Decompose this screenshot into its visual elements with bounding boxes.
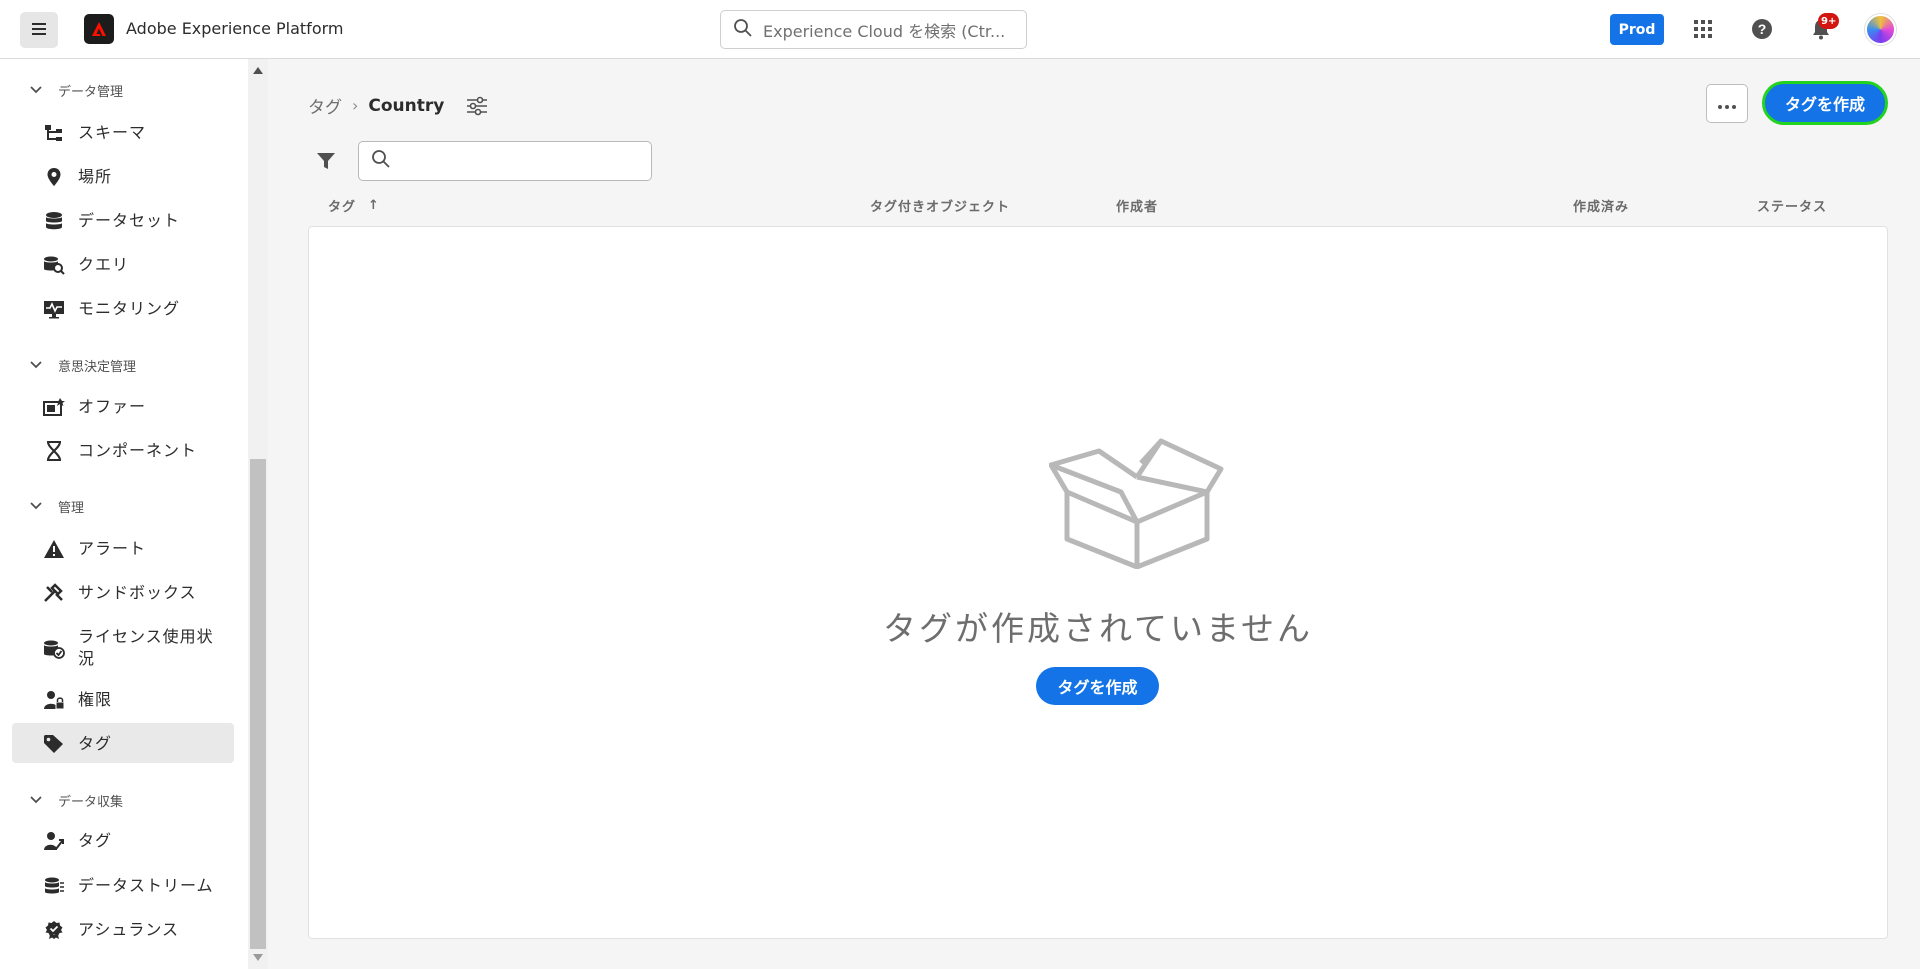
sidebar-item-label: オファー xyxy=(78,397,147,416)
column-header-status[interactable]: ステータス xyxy=(1757,196,1827,215)
more-dots-icon xyxy=(1718,94,1736,113)
nav-section-data-collection[interactable]: データ収集 xyxy=(30,789,123,811)
nav-section-data-management[interactable]: データ管理 xyxy=(30,79,123,101)
sandbox-icon xyxy=(42,582,66,604)
search-icon xyxy=(371,149,391,173)
sidebar-item-sandboxes[interactable]: サンドボックス xyxy=(12,572,234,612)
chevron-down-icon xyxy=(30,796,46,804)
chevron-down-icon xyxy=(30,502,46,510)
sidebar-item-assurance[interactable]: アシュランス xyxy=(12,909,234,949)
nav-section-title: 管理 xyxy=(58,500,85,516)
table-search-input[interactable] xyxy=(358,141,652,181)
sidebar-item-label: 権限 xyxy=(78,690,113,709)
sidebar-item-label: データセット xyxy=(78,211,181,230)
nav-section-decision-management[interactable]: 意思決定管理 xyxy=(30,354,136,376)
column-header-created-by[interactable]: 作成者 xyxy=(1116,196,1158,215)
filter-icon[interactable] xyxy=(316,151,336,175)
breadcrumb-parent-link[interactable]: タグ xyxy=(308,93,342,118)
app-title[interactable]: Adobe Experience Platform xyxy=(126,19,343,38)
sidebar-item-offers[interactable]: オファー xyxy=(12,386,234,426)
components-icon xyxy=(42,440,66,462)
sidebar-item-label: タグ xyxy=(78,831,113,850)
tags-table-body: タグが作成されていません タグを作成 xyxy=(308,226,1888,939)
schema-icon xyxy=(42,122,66,144)
empty-state-message: タグが作成されていません xyxy=(882,609,1314,648)
sidebar-item-label: サンドボックス xyxy=(78,583,197,602)
sidebar-item-label: ライセンス使用状況 xyxy=(78,627,214,668)
create-tag-button[interactable]: タグを作成 xyxy=(1762,81,1888,125)
database-icon xyxy=(42,210,66,232)
query-icon xyxy=(42,254,66,276)
nav-section-title: データ管理 xyxy=(58,84,124,100)
sidebar-item-label: コンポーネント xyxy=(78,441,198,460)
sidebar-item-datastreams[interactable]: データストリーム xyxy=(12,865,234,905)
sidebar-item-alerts[interactable]: アラート xyxy=(12,528,234,568)
search-placeholder: Experience Cloud を検索 (Ctr... xyxy=(763,21,1006,41)
sidebar-item-components[interactable]: コンポーネント xyxy=(12,430,234,470)
datastream-icon xyxy=(42,875,66,897)
sidebar-item-label: タグ xyxy=(78,734,113,753)
category-settings-icon[interactable] xyxy=(466,96,488,116)
left-navigation: データ管理 スキーマ 場所 データセット クエリ モニタリング 意思決定管理 オ… xyxy=(0,59,248,969)
location-pin-icon xyxy=(42,166,66,188)
column-header-tagged-objects[interactable]: タグ付きオブジェクト xyxy=(870,196,1010,215)
sidebar-item-schemas[interactable]: スキーマ xyxy=(12,112,234,152)
breadcrumb-current: Country xyxy=(368,95,445,116)
permissions-icon xyxy=(42,689,66,711)
scroll-down-arrow-icon[interactable] xyxy=(253,954,263,961)
offer-icon xyxy=(42,396,66,418)
hamburger-icon xyxy=(31,21,47,40)
top-bar: Adobe Experience Platform Experience Clo… xyxy=(0,0,1920,59)
sandbox-switcher-button[interactable]: Prod xyxy=(1610,14,1664,45)
sidebar-item-datasets[interactable]: データセット xyxy=(12,200,234,240)
main-content: タグ › Country タグを作成 タグ ↑ タグ付きオブジェクト 作成者 作… xyxy=(268,59,1920,969)
global-search-input[interactable]: Experience Cloud を検索 (Ctr... xyxy=(720,10,1027,49)
column-header-label: タグ xyxy=(328,200,357,215)
sort-ascending-icon: ↑ xyxy=(368,198,380,213)
sidebar-item-label: モニタリング xyxy=(78,299,181,318)
column-header-created[interactable]: 作成済み xyxy=(1573,196,1629,215)
adobe-logo-icon[interactable] xyxy=(84,14,114,44)
empty-state-create-tag-button[interactable]: タグを作成 xyxy=(1036,667,1159,705)
sidebar-item-license-usage[interactable]: ライセンス使用状況 xyxy=(12,616,234,678)
apps-grid-icon[interactable] xyxy=(1688,14,1718,44)
monitoring-icon xyxy=(42,298,66,320)
sidebar-item-tags-admin[interactable]: タグ xyxy=(12,723,234,763)
assurance-icon xyxy=(42,919,66,941)
menu-toggle-button[interactable] xyxy=(20,12,58,48)
sidebar-item-permissions[interactable]: 権限 xyxy=(12,679,234,719)
nav-section-title: データ収集 xyxy=(58,794,124,810)
empty-box-icon xyxy=(1048,437,1224,573)
tag-icon xyxy=(42,733,66,755)
help-icon[interactable]: ? xyxy=(1747,14,1777,44)
license-icon xyxy=(42,638,66,660)
column-header-tag[interactable]: タグ ↑ xyxy=(328,196,380,215)
search-icon xyxy=(733,18,753,42)
sidebar-item-tags-launch[interactable]: タグ xyxy=(12,820,234,860)
sidebar-scrollbar[interactable] xyxy=(248,59,268,969)
sidebar-item-label: スキーマ xyxy=(78,123,147,142)
scroll-up-arrow-icon[interactable] xyxy=(253,67,263,74)
breadcrumb-separator-icon: › xyxy=(352,96,359,115)
sidebar-item-label: データストリーム xyxy=(78,876,214,895)
sidebar-item-monitoring[interactable]: モニタリング xyxy=(12,288,234,328)
sidebar-item-queries[interactable]: クエリ xyxy=(12,244,234,284)
alert-icon xyxy=(42,538,66,560)
sidebar-item-label: 場所 xyxy=(78,167,113,186)
sidebar-item-locations[interactable]: 場所 xyxy=(12,156,234,196)
breadcrumb: タグ › Country xyxy=(308,93,488,118)
chevron-down-icon xyxy=(30,361,46,369)
scrollbar-thumb[interactable] xyxy=(250,459,266,949)
chevron-down-icon xyxy=(30,86,46,94)
nav-section-administration[interactable]: 管理 xyxy=(30,495,84,517)
more-actions-button[interactable] xyxy=(1706,84,1748,123)
notification-count-badge: 9+ xyxy=(1818,13,1840,29)
sidebar-item-label: アシュランス xyxy=(78,920,180,939)
tags-launch-icon xyxy=(42,830,66,852)
nav-section-title: 意思決定管理 xyxy=(58,359,137,375)
user-avatar[interactable] xyxy=(1865,14,1896,45)
sidebar-item-label: クエリ xyxy=(78,255,130,274)
svg-text:?: ? xyxy=(1758,21,1767,37)
sidebar-item-label: アラート xyxy=(78,539,147,558)
